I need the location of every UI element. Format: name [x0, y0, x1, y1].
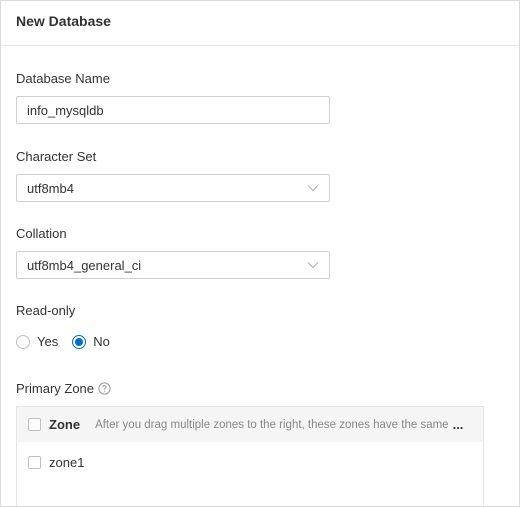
- dialog-header: New Database: [1, 1, 519, 46]
- zone-table-header: Zone After you drag multiple zones to th…: [17, 407, 483, 442]
- zone-hint-ellipsis: ...: [452, 417, 464, 432]
- read-only-no-option[interactable]: No: [72, 334, 110, 349]
- database-name-label: Database Name: [16, 71, 110, 86]
- chevron-down-icon: [307, 185, 319, 192]
- new-database-dialog: New Database Database Name Character Set…: [0, 0, 520, 507]
- database-name-input[interactable]: [16, 96, 330, 124]
- collation-value: utf8mb4_general_ci: [27, 257, 142, 273]
- radio-yes[interactable]: [16, 334, 30, 349]
- zone-column-title: Zone: [49, 417, 81, 432]
- character-set-value: utf8mb4: [27, 180, 74, 196]
- read-only-label: Read-only: [16, 303, 76, 318]
- collation-label: Collation: [16, 226, 67, 241]
- read-only-yes-option[interactable]: Yes: [16, 334, 58, 349]
- character-set-label: Character Set: [16, 149, 97, 164]
- select-all-checkbox[interactable]: [28, 418, 41, 431]
- radio-yes-label: Yes: [37, 334, 59, 349]
- chevron-down-icon: [307, 262, 319, 269]
- radio-no-label: No: [93, 334, 110, 349]
- zone-drag-hint: After you drag multiple zones to the rig…: [95, 418, 449, 431]
- question-circle-icon[interactable]: [98, 382, 111, 395]
- read-only-radio-group: Yes No: [16, 334, 110, 349]
- dialog-title: New Database: [16, 13, 111, 29]
- table-row[interactable]: zone1: [17, 442, 483, 482]
- character-set-select[interactable]: utf8mb4: [16, 174, 330, 202]
- zone1-checkbox[interactable]: [28, 455, 41, 469]
- primary-zone-label: Primary Zone: [16, 381, 95, 396]
- primary-zone-table: Zone After you drag multiple zones to th…: [16, 406, 484, 506]
- radio-no[interactable]: [72, 334, 87, 349]
- collation-select[interactable]: utf8mb4_general_ci: [16, 251, 330, 279]
- zone-name: zone1: [49, 454, 85, 470]
- primary-zone-label-row: Primary Zone: [16, 381, 111, 396]
